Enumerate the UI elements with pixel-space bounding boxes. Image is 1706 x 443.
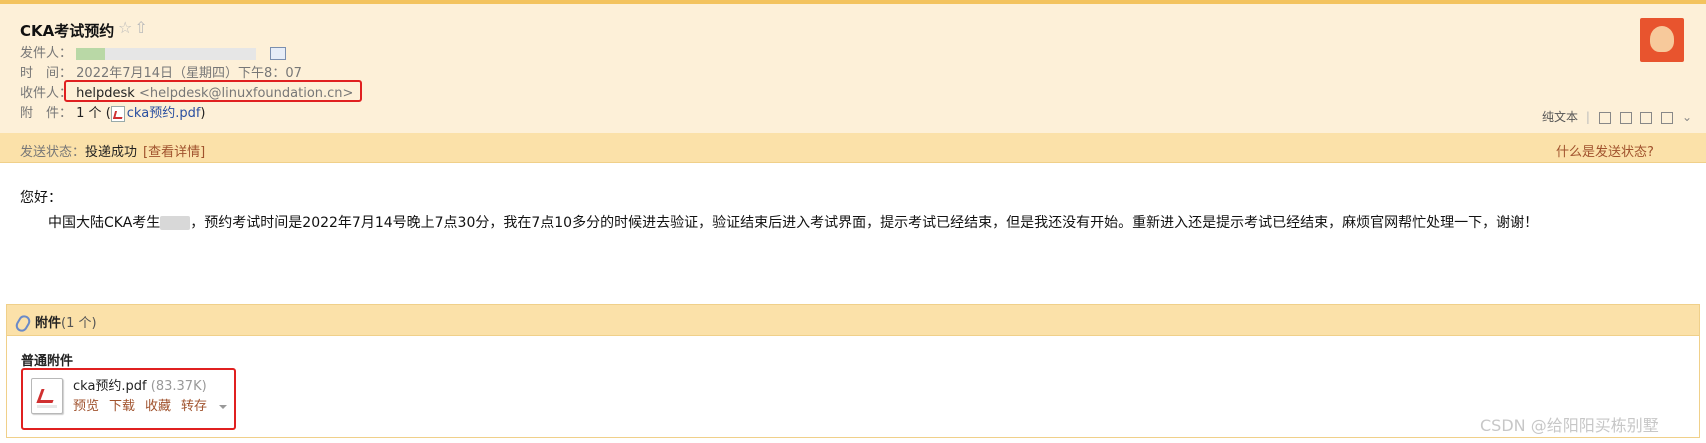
- subject-actions: ☆⇧: [118, 18, 150, 37]
- body-text-part1: 中国大陆CKA考生: [48, 215, 161, 231]
- attachments-header: 附件(1 个): [6, 304, 1700, 336]
- email-subject: CKA考试预约: [20, 22, 115, 40]
- pdf-icon: [110, 105, 125, 122]
- export-icon[interactable]: [1640, 111, 1653, 124]
- attachment-actions: 预览 下载 收藏 转存: [73, 395, 247, 414]
- attachment-row: 附 件： 1 个 (cka预约.pdf): [20, 105, 206, 122]
- recipient-highlight-box: [64, 80, 362, 102]
- status-details-link[interactable]: [查看详情]: [143, 145, 205, 160]
- expand-icon[interactable]: ⌄: [1682, 110, 1692, 124]
- sender-row: 发件人：: [20, 42, 287, 61]
- preview-button[interactable]: 预览: [73, 399, 99, 414]
- sender-redacted: [76, 47, 257, 60]
- attachment-file: cka预约.pdf (83.37K): [73, 375, 207, 394]
- attachments-count: (1 个): [61, 316, 97, 331]
- contact-card-icon[interactable]: [270, 47, 287, 60]
- time-row: 时 间： 2022年7月14日（星期四）下午8：07: [20, 62, 302, 81]
- save-to-button[interactable]: 转存: [181, 399, 237, 414]
- attachment-label: 附 件：: [20, 106, 73, 121]
- download-button[interactable]: 下载: [109, 399, 135, 414]
- email-body: 您好： 中国大陆CKA考生 ，预约考试时间是2022年7月14号晚上7点30分，我…: [20, 186, 1660, 236]
- view-toolbar: 纯文本 | ⌄: [1542, 110, 1693, 124]
- new-window-icon[interactable]: [1598, 111, 1611, 124]
- time-label: 时 间：: [20, 66, 73, 81]
- pdf-file-icon[interactable]: [31, 378, 63, 414]
- mail-header: CKA考试预约 ☆⇧ 发件人： 时 间： 2022年7月14日（星期四）下午8：…: [0, 0, 1706, 133]
- flag-up-icon[interactable]: ⇧: [134, 18, 149, 37]
- body-text-part2: ，预约考试时间是2022年7月14号晚上7点30分，我在7点10多分的时候进去验…: [190, 215, 1539, 231]
- copy-icon[interactable]: [1619, 111, 1632, 124]
- sender-label: 发件人：: [20, 46, 73, 61]
- sender-avatar[interactable]: [1640, 18, 1684, 62]
- favorite-button[interactable]: 收藏: [145, 399, 171, 414]
- attachment-link[interactable]: cka预约.pdf: [127, 106, 201, 121]
- attachment-size: (83.37K): [150, 379, 207, 394]
- status-value: 投递成功: [85, 145, 138, 160]
- redacted-name: [160, 216, 191, 230]
- dropdown-caret-icon[interactable]: [219, 404, 228, 409]
- paperclip-icon: [13, 313, 33, 334]
- status-row: 发送状态：投递成功 [查看详情]: [20, 141, 205, 160]
- greeting: 您好：: [20, 190, 62, 206]
- plain-text-toggle[interactable]: 纯文本: [1542, 110, 1578, 124]
- print-icon[interactable]: [1661, 111, 1674, 124]
- attachments-title: 附件: [35, 316, 62, 331]
- attachment-item: cka预约.pdf (83.37K) 预览 下载 收藏 转存: [21, 368, 236, 430]
- body-paragraph: 中国大陆CKA考生 ，预约考试时间是2022年7月14号晚上7点30分，我在7点1…: [20, 211, 1660, 236]
- status-label: 发送状态：: [20, 145, 86, 160]
- attachments-panel: 普通附件 cka预约.pdf (83.37K) 预览 下载 收藏 转存: [6, 336, 1700, 438]
- attachment-count: 1 个: [76, 106, 102, 121]
- star-icon[interactable]: ☆: [118, 18, 134, 37]
- attachment-filename[interactable]: cka预约.pdf: [73, 379, 147, 394]
- attachment-section-title: 普通附件: [21, 354, 74, 369]
- delivery-status-bar: 发送状态：投递成功 [查看详情] 什么是发送状态?: [0, 133, 1706, 163]
- time-value: 2022年7月14日（星期四）下午8：07: [76, 66, 302, 81]
- status-help-link[interactable]: 什么是发送状态?: [1556, 141, 1654, 160]
- watermark: CSDN @给阳阳买栋别墅: [1480, 416, 1659, 435]
